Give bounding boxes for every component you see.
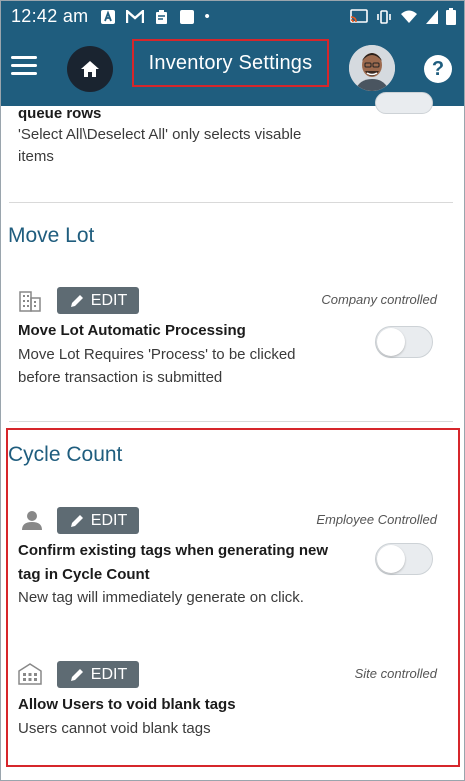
menu-button[interactable] (11, 56, 37, 78)
vibrate-icon (377, 9, 391, 24)
setting-title: Allow Users to void blank tags (18, 696, 236, 713)
setting-title: Confirm existing tags when generating ne… (18, 542, 329, 559)
divider (9, 202, 453, 203)
setting-title: tag in Cycle Count (18, 566, 150, 583)
setting-title: queue rows (18, 105, 102, 122)
dot-icon: • (204, 8, 210, 25)
home-icon (81, 61, 99, 77)
move-lot-auto-process-toggle[interactable] (375, 326, 433, 358)
cast-icon (350, 8, 368, 23)
setting-description: Move Lot Requires 'Process' to be clicke… (18, 346, 296, 363)
setting-description: New tag will immediately generate on cli… (18, 589, 304, 606)
divider (9, 421, 453, 422)
help-icon: ? (431, 57, 445, 80)
help-button[interactable]: ? (424, 55, 452, 83)
setting-description: items (18, 148, 54, 165)
person-icon (22, 511, 42, 530)
confirm-existing-tags-toggle[interactable] (375, 543, 433, 575)
setting-description: 'Select All\Deselect All' only selects v… (18, 126, 302, 143)
app-a-icon (101, 9, 116, 24)
building-icon (19, 291, 41, 312)
control-level-label: Site controlled (354, 666, 437, 681)
status-bar: 12:42 am • (1, 1, 464, 32)
settings-list: queue rows 'Select All\Deselect All' onl… (1, 92, 464, 780)
status-time: 12:42 am (11, 6, 89, 26)
edit-label: EDIT (90, 291, 128, 309)
page-title: Inventory Settings (132, 39, 329, 87)
avatar-image (349, 45, 395, 91)
edit-label: EDIT (90, 665, 128, 683)
pencil-icon (70, 514, 83, 527)
signal-icon (426, 9, 438, 24)
setting-description: before transaction is submitted (18, 369, 223, 386)
partial-toggle[interactable] (375, 92, 433, 114)
control-level-label: Employee Controlled (316, 512, 437, 527)
menu-icon (11, 56, 37, 59)
section-title-move-lot: Move Lot (8, 224, 95, 247)
gmail-icon (126, 9, 145, 23)
battery-icon (446, 8, 456, 25)
pencil-icon (70, 668, 83, 681)
notification-icons: • (100, 8, 210, 25)
control-level-label: Company controlled (321, 292, 437, 307)
home-button[interactable] (67, 46, 113, 92)
edit-button-confirm-tags[interactable]: EDIT (57, 507, 139, 534)
clipboard-icon (156, 9, 168, 24)
user-avatar[interactable] (349, 45, 395, 91)
app-window: 12:42 am • Inventory Settings ? queue ro… (0, 0, 465, 781)
system-icons (350, 8, 456, 25)
pencil-icon (70, 294, 83, 307)
edit-button-move-lot[interactable]: EDIT (57, 287, 139, 314)
setting-title: Move Lot Automatic Processing (18, 322, 246, 339)
edit-label: EDIT (90, 511, 128, 529)
edit-button-void-blank-tags[interactable]: EDIT (57, 661, 139, 688)
section-title-cycle-count: Cycle Count (8, 443, 123, 466)
warehouse-icon (18, 663, 42, 685)
wifi-icon (401, 10, 417, 23)
setting-description: Users cannot void blank tags (18, 720, 211, 737)
notification-square-icon (180, 9, 195, 24)
